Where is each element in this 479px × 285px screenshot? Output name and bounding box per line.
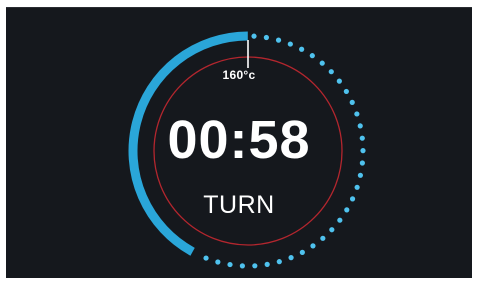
remaining-time-dot [227, 261, 233, 268]
remaining-time-dot [354, 184, 360, 190]
oven-display-screen: 160°c 00:58 TURN [6, 7, 472, 278]
remaining-time-dot [263, 34, 269, 41]
remaining-time-dot [309, 53, 315, 59]
remaining-time-dot [275, 37, 282, 43]
remaining-time-dot [215, 259, 221, 265]
remaining-time-dot [287, 41, 293, 47]
temperature-label: 160°c [222, 68, 256, 82]
remaining-time-dot [343, 88, 349, 95]
remaining-time-dot [349, 99, 355, 105]
remaining-time-dot [329, 227, 335, 233]
status-label: TURN [203, 191, 275, 219]
remaining-time-dot [299, 46, 305, 52]
remaining-time-dot [276, 259, 282, 265]
remaining-time-dot [203, 255, 209, 261]
remaining-time-dot [264, 261, 270, 267]
remaining-time-dot [319, 60, 325, 66]
remaining-time-dot [288, 255, 294, 261]
remaining-time-dot [251, 33, 257, 39]
remaining-time-dot [252, 263, 258, 269]
remaining-time-dot [239, 263, 245, 269]
remaining-time-dot [357, 172, 363, 178]
timer-value: 00:58 [167, 110, 311, 170]
remaining-time-dot [310, 243, 316, 249]
remaining-time-dot [299, 249, 305, 255]
device-frame: 160°c 00:58 TURN [0, 0, 479, 285]
remaining-time-dot [320, 235, 326, 241]
